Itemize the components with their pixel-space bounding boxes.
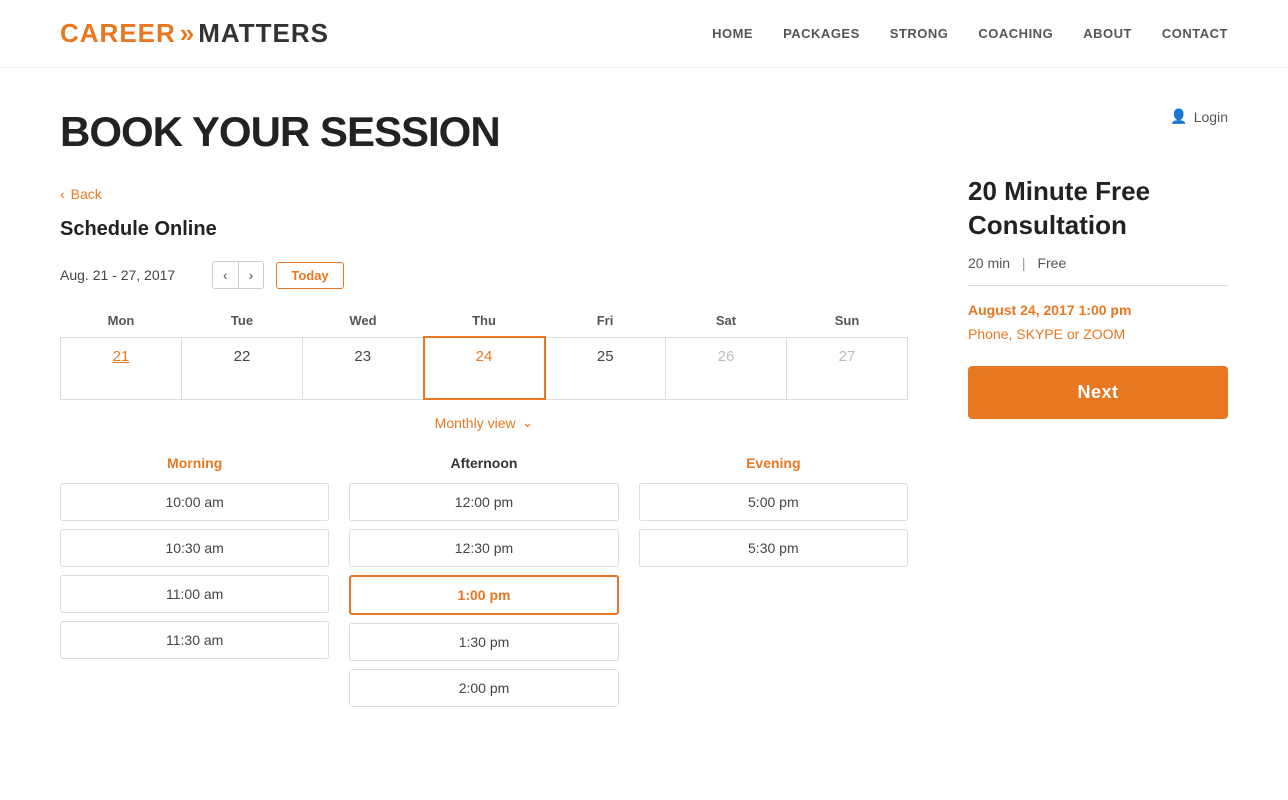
morning-title: Morning [60,455,329,471]
left-panel: BOOK YOUR SESSION ‹ Back Schedule Online… [60,108,908,715]
time-slot-1000am[interactable]: 10:00 am [60,483,329,521]
time-slot-1100am[interactable]: 11:00 am [60,575,329,613]
afternoon-title: Afternoon [349,455,618,471]
nav-about[interactable]: ABOUT [1083,26,1132,41]
chevron-left-icon: ‹ [60,186,65,202]
time-slot-130pm[interactable]: 1:30 pm [349,623,618,661]
nav-strong[interactable]: STRONG [890,26,949,41]
login-label: Login [1194,109,1228,125]
consultation-location: Phone, SKYPE or ZOOM [968,326,1228,342]
time-slot-500pm[interactable]: 5:00 pm [639,483,908,521]
back-label: Back [71,186,102,202]
time-slot-1200pm[interactable]: 12:00 pm [349,483,618,521]
calendar-day-25[interactable]: 25 [545,337,666,399]
logo-arrows: » [180,18,194,49]
meta-separator: | [1022,255,1026,271]
chevron-down-icon: ⌄ [522,414,534,431]
evening-column: Evening 5:00 pm 5:30 pm [639,455,908,715]
calendar-day-22[interactable]: 22 [182,337,303,399]
calendar-header-thu: Thu [424,305,545,337]
person-icon: 👤 [1170,108,1187,125]
login-row[interactable]: 👤 Login [968,108,1228,125]
consultation-duration: 20 min [968,255,1010,271]
calendar-today-button[interactable]: Today [276,262,343,289]
back-link[interactable]: ‹ Back [60,186,908,202]
monthly-view-label: Monthly view [435,415,516,431]
logo-matters: MATTERS [198,18,329,49]
time-slot-1030am[interactable]: 10:30 am [60,529,329,567]
afternoon-column: Afternoon 12:00 pm 12:30 pm 1:00 pm 1:30… [349,455,618,715]
evening-title: Evening [639,455,908,471]
main-nav: HOME PACKAGES STRONG COACHING ABOUT CONT… [712,26,1228,41]
calendar-header-tue: Tue [182,305,303,337]
schedule-title: Schedule Online [60,218,908,241]
nav-contact[interactable]: CONTACT [1162,26,1228,41]
calendar-arrows: ‹ › [212,261,264,289]
calendar-nav: Aug. 21 - 27, 2017 ‹ › Today [60,261,908,289]
time-slot-1130am[interactable]: 11:30 am [60,621,329,659]
right-panel: 👤 Login 20 Minute Free Consultation 20 m… [968,108,1228,715]
calendar-header-fri: Fri [545,305,666,337]
monthly-view-button[interactable]: Monthly view ⌄ [435,414,534,431]
main-content: BOOK YOUR SESSION ‹ Back Schedule Online… [0,68,1288,755]
morning-column: Morning 10:00 am 10:30 am 11:00 am 11:30… [60,455,329,715]
calendar-header-mon: Mon [61,305,182,337]
divider [968,285,1228,286]
time-slot-1230pm[interactable]: 12:30 pm [349,529,618,567]
calendar-prev-button[interactable]: ‹ [213,262,239,288]
consultation-meta: 20 min | Free [968,255,1228,271]
calendar-header-wed: Wed [303,305,424,337]
logo: CAREER » MATTERS [60,18,329,49]
calendar-day-23[interactable]: 23 [303,337,424,399]
calendar-week-row: 21 22 23 24 25 26 27 [61,337,908,399]
calendar-day-27: 27 [787,337,908,399]
nav-home[interactable]: HOME [712,26,753,41]
nav-packages[interactable]: PACKAGES [783,26,860,41]
logo-career: CAREER [60,18,176,49]
calendar-day-21[interactable]: 21 [61,337,182,399]
page-title: BOOK YOUR SESSION [60,108,908,156]
calendar-header-row: Mon Tue Wed Thu Fri Sat Sun [61,305,908,337]
calendar-date-range: Aug. 21 - 27, 2017 [60,267,200,283]
nav-coaching[interactable]: COACHING [978,26,1053,41]
next-button[interactable]: Next [968,366,1228,419]
calendar-day-24[interactable]: 24 [424,337,545,399]
consultation-price: Free [1037,255,1066,271]
site-header: CAREER » MATTERS HOME PACKAGES STRONG CO… [0,0,1288,68]
time-slots-section: Morning 10:00 am 10:30 am 11:00 am 11:30… [60,455,908,715]
calendar-next-button[interactable]: › [239,262,264,288]
calendar-grid: Mon Tue Wed Thu Fri Sat Sun 21 22 23 24 … [60,305,908,400]
time-slot-200pm[interactable]: 2:00 pm [349,669,618,707]
monthly-view-toggle: Monthly view ⌄ [60,414,908,431]
consultation-datetime: August 24, 2017 1:00 pm [968,302,1228,318]
time-slot-530pm[interactable]: 5:30 pm [639,529,908,567]
calendar-header-sat: Sat [666,305,787,337]
calendar-header-sun: Sun [787,305,908,337]
time-slot-100pm[interactable]: 1:00 pm [349,575,618,615]
consultation-title: 20 Minute Free Consultation [968,175,1228,243]
calendar-day-26: 26 [666,337,787,399]
